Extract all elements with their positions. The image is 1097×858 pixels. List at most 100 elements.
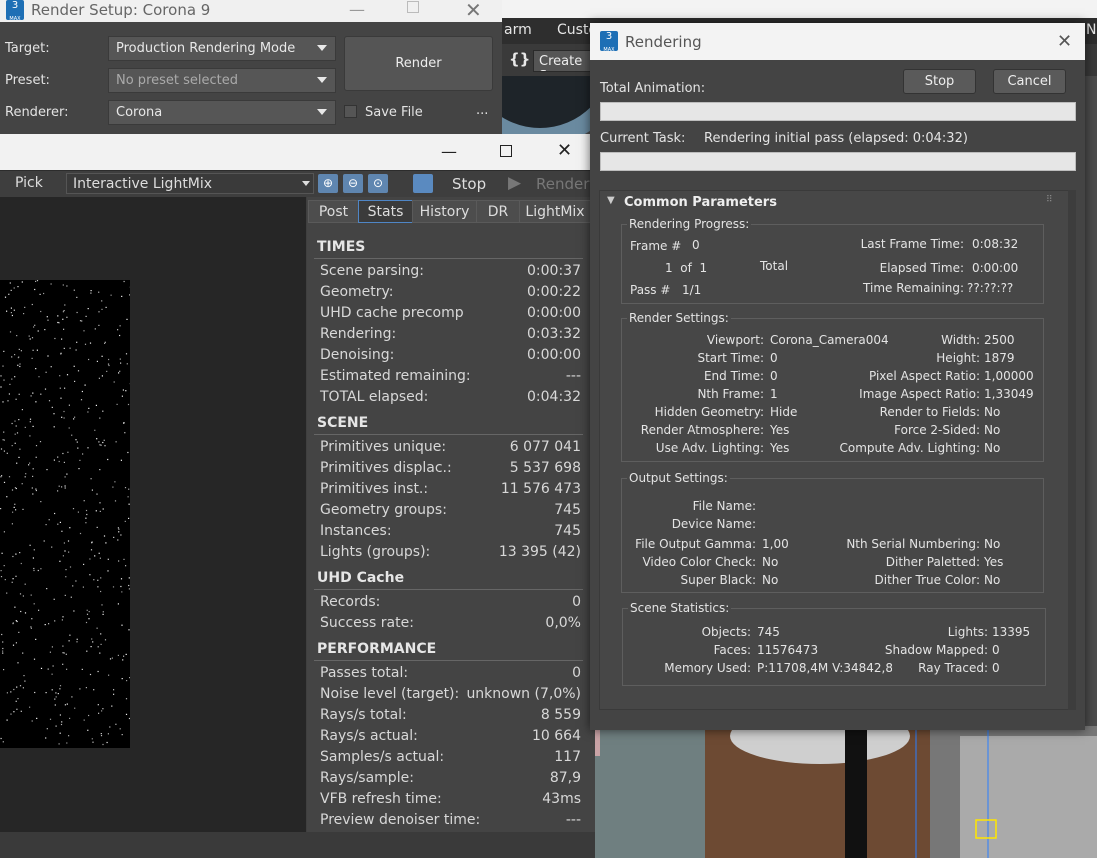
stat-row: Success rate: 0,0% [320, 614, 581, 635]
close-icon[interactable]: ✕ [557, 140, 572, 161]
noise-pixel [24, 476, 26, 478]
menu-item-fragment[interactable]: ND [1086, 22, 1097, 38]
setting-label: Objects: [701, 625, 751, 639]
lightmix-value: Interactive LightMix [73, 176, 213, 192]
close-icon[interactable]: ✕ [1057, 31, 1072, 52]
render-noise-image [0, 280, 130, 748]
minimize-icon[interactable]: — [349, 0, 365, 19]
stat-row: Primitives displac.: 5 537 698 [320, 459, 581, 480]
noise-pixel [17, 698, 19, 700]
noise-pixel [24, 680, 26, 682]
noise-pixel [46, 469, 48, 471]
setting-value: 0 [770, 351, 778, 365]
noise-pixel [20, 562, 22, 565]
noise-pixel [88, 618, 90, 620]
renderer-dropdown[interactable]: Corona [108, 100, 336, 125]
stat-row: Primitives unique: 6 077 041 [320, 438, 581, 459]
noise-pixel [87, 447, 89, 449]
zoom-out-icon[interactable]: ⊖ [343, 174, 363, 193]
script-icon[interactable]: {} [509, 50, 530, 68]
maximize-icon[interactable] [407, 1, 419, 13]
render-button-disabled[interactable]: Render [536, 175, 589, 193]
noise-pixel [4, 296, 7, 298]
tab-history[interactable]: History [412, 200, 477, 223]
noise-pixel [3, 350, 5, 352]
pass-value: 1/1 [682, 283, 702, 297]
setting-value: 745 [757, 625, 780, 639]
setting-label: Use Adv. Lighting: [655, 441, 764, 455]
noise-pixel [73, 610, 75, 612]
minimize-icon[interactable]: — [441, 142, 457, 161]
noise-pixel [74, 380, 76, 382]
noise-pixel [32, 475, 34, 477]
noise-pixel [6, 452, 8, 454]
noise-pixel [108, 674, 110, 676]
noise-pixel [25, 473, 27, 475]
render-button[interactable]: Render [344, 36, 493, 91]
rendering-progress-title: Rendering Progress: [627, 217, 752, 231]
menu-item-fragment[interactable]: arm [504, 22, 532, 38]
setting-label: Width: [941, 333, 980, 347]
noise-pixel [3, 481, 6, 483]
stat-label: TOTAL elapsed: [320, 389, 429, 405]
stop-icon[interactable] [413, 174, 433, 193]
noise-pixel [119, 370, 121, 372]
collapse-triangle-icon[interactable]: ▼ [607, 195, 615, 206]
noise-pixel [28, 335, 30, 337]
save-file-checkbox[interactable] [344, 105, 357, 118]
noise-pixel [30, 627, 32, 629]
play-icon[interactable]: ▶ [508, 173, 521, 193]
pick-button[interactable]: Pick [15, 175, 43, 191]
common-parameters-title[interactable]: Common Parameters [624, 195, 777, 210]
setting-label: Pixel Aspect Ratio: [869, 369, 980, 383]
stat-row: TOTAL elapsed: 0:04:32 [320, 388, 581, 409]
target-dropdown[interactable]: Production Rendering Mode [108, 36, 336, 61]
maximize-icon[interactable] [500, 145, 512, 157]
noise-pixel [76, 641, 78, 643]
noise-pixel [0, 508, 2, 510]
preset-dropdown[interactable]: No preset selected [108, 68, 336, 93]
browse-file-button[interactable]: ... [476, 103, 488, 118]
noise-pixel [43, 292, 45, 295]
noise-pixel [128, 488, 130, 490]
noise-pixel [118, 560, 120, 562]
zoom-in-icon[interactable]: ⊕ [318, 174, 338, 193]
stop-button[interactable]: Stop [452, 175, 486, 193]
setting-value: 1879 [984, 351, 1015, 365]
noise-pixel [36, 717, 38, 719]
noise-pixel [98, 291, 100, 293]
stat-row: Noise level (target): unknown (7,0%) [320, 685, 581, 706]
stat-value: 0:00:00 [527, 305, 581, 321]
zoom-fit-icon[interactable]: ⊙ [368, 174, 388, 193]
noise-pixel [75, 580, 77, 582]
noise-pixel [14, 433, 16, 435]
rollout-scrollbar[interactable] [1068, 190, 1076, 710]
noise-pixel [68, 427, 70, 429]
setting-value: 13395 [992, 625, 1031, 639]
chevron-down-icon [317, 45, 327, 51]
noise-pixel [95, 404, 97, 406]
tab-dr[interactable]: DR [476, 200, 520, 223]
stat-label: Denoising: [320, 347, 395, 363]
setting-value: No [762, 573, 779, 587]
setting-label: Super Black: [680, 573, 756, 587]
tab-post[interactable]: Post [308, 200, 359, 223]
stat-value: 5 537 698 [509, 460, 581, 476]
cancel-button[interactable]: Cancel [993, 69, 1066, 94]
noise-pixel [101, 355, 103, 357]
noise-pixel [99, 444, 101, 446]
create-selection-set-dropdown[interactable]: Create S [533, 50, 595, 72]
noise-pixel [9, 282, 11, 284]
noise-pixel [18, 356, 20, 358]
setting-value: Yes [984, 555, 1004, 569]
setting-label: Render to Fields: [879, 405, 980, 419]
noise-pixel [44, 329, 46, 331]
noise-pixel [82, 453, 84, 455]
stop-button[interactable]: Stop [903, 69, 976, 94]
tab-lightmix[interactable]: LightMix [519, 200, 591, 223]
close-icon[interactable]: ✕ [465, 0, 482, 22]
noise-pixel [2, 650, 4, 652]
noise-pixel [97, 704, 99, 706]
lightmix-dropdown[interactable]: Interactive LightMix [66, 173, 314, 194]
tab-stats[interactable]: Stats [358, 200, 413, 223]
